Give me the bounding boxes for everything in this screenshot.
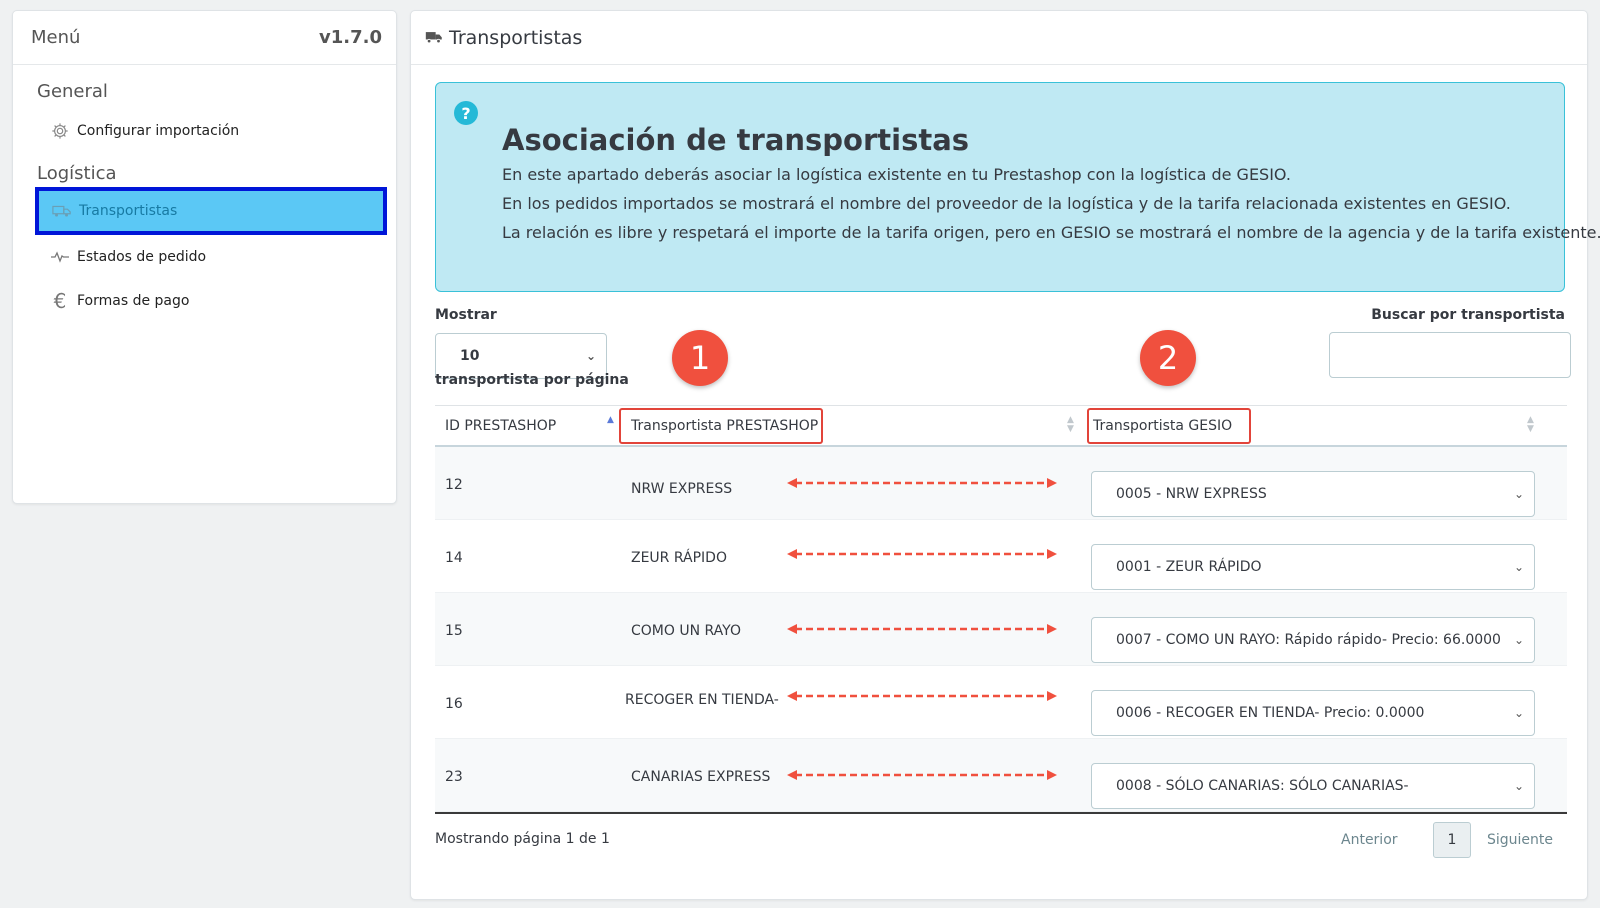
question-icon: ? [454, 101, 478, 125]
table-body: 12 NRW EXPRESS 0005 - NRW EXPRESS ⌄ 14 Z… [435, 447, 1567, 812]
sidebar-item-estados-de-pedido[interactable]: Estados de pedido [37, 237, 385, 277]
section-title-logistica: Logística [37, 163, 117, 184]
table-row: 23 CANARIAS EXPRESS 0008 - SÓLO CANARIAS… [435, 739, 1567, 812]
truck-icon [49, 204, 75, 218]
cell-id: 23 [445, 769, 463, 785]
gesio-carrier-select[interactable]: 0001 - ZEUR RÁPIDO ⌄ [1091, 544, 1535, 590]
pulse-icon [47, 251, 73, 263]
table-row: 15 COMO UN RAYO 0007 - COMO UN RAYO: Ráp… [435, 593, 1567, 666]
gesio-carrier-select[interactable]: 0007 - COMO UN RAYO: Rápido rápido- Prec… [1091, 617, 1535, 663]
cell-id: 12 [445, 477, 463, 493]
cell-id: 14 [445, 550, 463, 566]
pagination-next: Siguiente [1487, 822, 1553, 858]
page-button[interactable]: 1 [1433, 822, 1471, 858]
cell-carrier-name: NRW EXPRESS [631, 481, 733, 497]
info-line: En este apartado deberás asociar la logí… [502, 165, 1291, 184]
carriers-table: ID PRESTASHOP ▲ Transportista PRESTASHOP… [435, 405, 1567, 814]
double-arrow-icon [787, 770, 1057, 780]
search-input[interactable] [1329, 332, 1571, 378]
next-page-button[interactable]: Siguiente [1487, 832, 1553, 848]
sidebar-item-label: Transportistas [79, 203, 178, 219]
cell-id: 16 [445, 696, 463, 712]
euro-icon: € [53, 289, 67, 313]
page-size-value: 10 [460, 348, 480, 364]
page-header: Transportistas [411, 11, 1587, 65]
annotation-box-1 [619, 408, 823, 444]
info-line: En los pedidos importados se mostrará el… [502, 194, 1511, 213]
sidebar-item-label: Formas de pago [77, 293, 190, 309]
table-bottom-border [435, 812, 1567, 814]
sidebar-item-configurar-importacion[interactable]: Configurar importación [37, 111, 385, 151]
double-arrow-icon [787, 624, 1057, 634]
annotation-badge-2: 2 [1140, 330, 1196, 386]
sidebar-header: Menú v1.7.0 [13, 11, 396, 65]
double-arrow-icon [787, 549, 1057, 559]
gesio-carrier-select[interactable]: 0006 - RECOGER EN TIENDA- Precio: 0.0000… [1091, 690, 1535, 736]
sort-icon[interactable]: ▲ ▼ [1067, 416, 1074, 434]
cell-id: 15 [445, 623, 463, 639]
table-header: ID PRESTASHOP ▲ Transportista PRESTASHOP… [435, 405, 1567, 447]
sort-icon[interactable]: ▲ ▼ [1527, 416, 1534, 434]
sidebar-menu: Menú v1.7.0 General Configurar importaci… [12, 10, 397, 504]
cell-carrier-name: CANARIAS EXPRESS [631, 769, 771, 785]
chevron-down-icon: ⌄ [1513, 633, 1524, 647]
sidebar-title: Menú [31, 27, 81, 48]
chevron-down-icon: ⌄ [1513, 779, 1524, 793]
gear-icon [47, 122, 73, 140]
annotation-box-2 [1087, 408, 1251, 444]
show-label: Mostrar [435, 307, 497, 323]
per-page-label: transportista por página [435, 372, 629, 388]
cell-carrier-name: RECOGER EN TIENDA- [625, 692, 779, 708]
sidebar-item-label: Configurar importación [77, 123, 240, 139]
gesio-carrier-select[interactable]: 0008 - SÓLO CANARIAS: SÓLO CANARIAS- ⌄ [1091, 763, 1535, 809]
cell-carrier-name: COMO UN RAYO [631, 623, 741, 639]
chevron-down-icon: ⌄ [585, 349, 596, 363]
gesio-carrier-select[interactable]: 0005 - NRW EXPRESS ⌄ [1091, 471, 1535, 517]
info-title: Asociación de transportistas [502, 123, 970, 157]
chevron-down-icon: ⌄ [1513, 560, 1524, 574]
double-arrow-icon [787, 478, 1057, 488]
search-label: Buscar por transportista [1371, 307, 1565, 323]
truck-icon [425, 27, 449, 49]
column-header-id[interactable]: ID PRESTASHOP [445, 406, 556, 446]
chevron-down-icon: ⌄ [1513, 706, 1524, 720]
double-arrow-icon [787, 691, 1057, 701]
pagination-info: Mostrando página 1 de 1 [435, 831, 610, 847]
table-row: 12 NRW EXPRESS 0005 - NRW EXPRESS ⌄ [435, 447, 1567, 520]
sort-icon[interactable]: ▲ [607, 416, 614, 425]
sidebar-item-transportistas[interactable]: Transportistas [35, 187, 387, 235]
info-line: La relación es libre y respetará el impo… [502, 223, 1600, 242]
info-alert: ? Asociación de transportistas En este a… [435, 82, 1600, 292]
prev-page-button[interactable]: Anterior [1341, 832, 1398, 848]
chevron-down-icon: ⌄ [1513, 487, 1524, 501]
annotation-badge-1: 1 [672, 330, 728, 386]
pagination-current: 1 [1433, 822, 1471, 858]
table-row: 16 RECOGER EN TIENDA- 0006 - RECOGER EN … [435, 666, 1567, 739]
pagination: Anterior [1341, 822, 1398, 858]
section-title-general: General [37, 81, 108, 102]
page-title: Transportistas [449, 26, 583, 49]
sidebar-item-label: Estados de pedido [77, 249, 207, 265]
cell-carrier-name: ZEUR RÁPIDO [631, 550, 727, 566]
table-row: 14 ZEUR RÁPIDO 0001 - ZEUR RÁPIDO ⌄ [435, 520, 1567, 593]
sidebar-item-formas-de-pago[interactable]: € Formas de pago [37, 281, 385, 321]
main-panel: Transportistas ? Asociación de transport… [410, 10, 1600, 900]
version-label: v1.7.0 [319, 27, 382, 48]
